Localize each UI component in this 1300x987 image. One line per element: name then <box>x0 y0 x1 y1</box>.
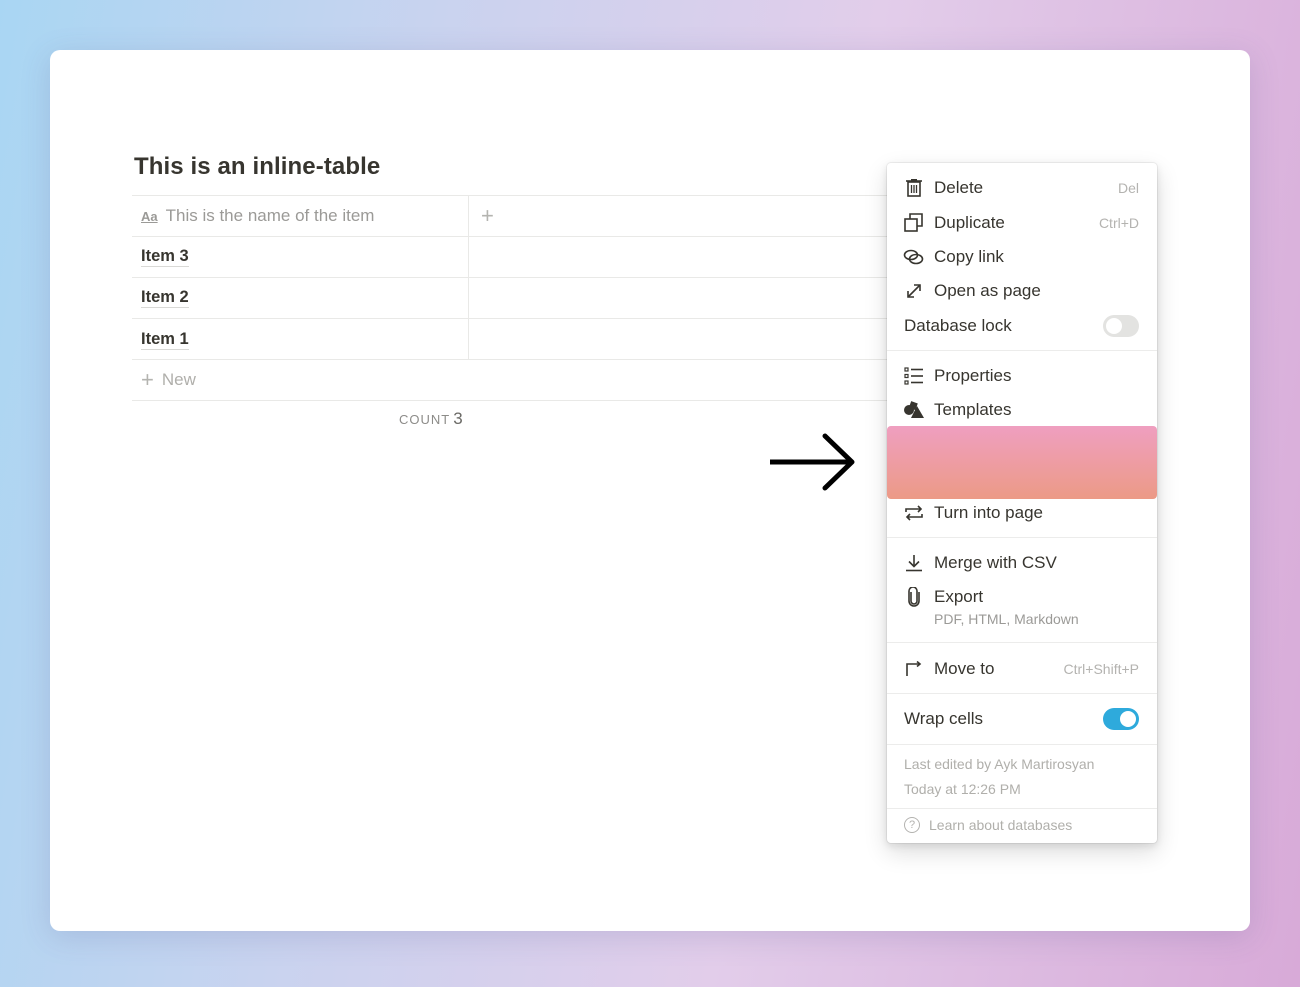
add-column-icon[interactable]: + <box>481 203 494 229</box>
menu-item-delete[interactable]: Delete Del <box>887 171 1157 205</box>
export-formats: PDF, HTML, Markdown <box>934 611 1079 627</box>
shapes-icon <box>903 399 925 421</box>
last-edited-by: Last edited by Ayk Martirosyan <box>904 756 1095 772</box>
download-icon <box>903 552 925 574</box>
move-arrow-icon <box>903 658 925 680</box>
trash-icon <box>903 177 925 199</box>
menu-item-properties[interactable]: Properties <box>887 359 1157 393</box>
divider <box>887 693 1157 694</box>
divider <box>887 537 1157 538</box>
menu-item-wrap-cells[interactable]: Wrap cells <box>887 702 1157 736</box>
new-row[interactable]: + New <box>132 359 892 400</box>
divider <box>887 350 1157 351</box>
shortcut: Del <box>1117 180 1139 196</box>
menu-item-turn-into-page[interactable]: Turn into page <box>887 496 1157 530</box>
table-bottom-border <box>132 400 892 401</box>
inline-table: Aa This is the name of the item + Item 3… <box>132 195 892 401</box>
row-name[interactable]: Item 1 <box>141 330 189 350</box>
divider <box>887 744 1157 745</box>
new-row-button[interactable]: + New <box>132 360 196 400</box>
expand-arrows-icon <box>903 280 925 302</box>
name-column-label: This is the name of the item <box>165 206 375 225</box>
menu-item-copy-link[interactable]: Copy link <box>887 240 1157 274</box>
table-header-row: Aa This is the name of the item + <box>132 195 892 236</box>
database-lock-toggle[interactable] <box>1103 315 1139 337</box>
table-row[interactable]: Item 1 <box>132 318 892 360</box>
text-type-icon: Aa <box>141 208 158 224</box>
paperclip-icon <box>903 586 925 608</box>
duplicate-icon <box>903 212 925 234</box>
menu-item-sort[interactable]: Sort <box>887 462 1157 496</box>
divider <box>887 642 1157 643</box>
menu-item-duplicate[interactable]: Duplicate Ctrl+D <box>887 206 1157 240</box>
menu-item-merge-csv[interactable]: Merge with CSV <box>887 546 1157 580</box>
right-arrow-icon <box>768 430 858 494</box>
shortcut: Ctrl+Shift+P <box>1063 661 1139 677</box>
count-calculation[interactable]: COUNT 3 <box>399 409 463 429</box>
menu-item-open-as-page[interactable]: Open as page <box>887 274 1157 308</box>
wrap-cells-toggle[interactable] <box>1103 708 1139 730</box>
database-options-menu: Delete Del Duplicate Ctrl+D Copy link Op… <box>887 163 1157 843</box>
menu-item-database-lock[interactable]: Database lock <box>887 309 1157 343</box>
menu-item-filter[interactable]: Filter <box>887 428 1157 462</box>
filter-icon <box>903 434 925 456</box>
menu-item-move-to[interactable]: Move to Ctrl+Shift+P <box>887 652 1157 686</box>
divider <box>887 808 1157 809</box>
sort-icon <box>903 468 925 490</box>
menu-item-templates[interactable]: Templates <box>887 393 1157 427</box>
row-name[interactable]: Item 2 <box>141 288 189 308</box>
menu-item-export[interactable]: Export <box>887 580 1157 614</box>
plus-icon: + <box>141 367 154 392</box>
row-cell[interactable] <box>469 278 892 318</box>
last-edited-time: Today at 12:26 PM <box>904 781 1021 797</box>
count-label: COUNT <box>399 412 451 427</box>
loop-arrows-icon <box>903 502 925 524</box>
count-value: 3 <box>453 409 463 428</box>
list-icon <box>903 365 925 387</box>
row-cell[interactable] <box>469 237 892 277</box>
table-row[interactable]: Item 2 <box>132 277 892 318</box>
row-name[interactable]: Item 3 <box>141 247 189 267</box>
database-title[interactable]: This is an inline-table <box>134 153 380 181</box>
learn-about-databases-link[interactable]: ? Learn about databases <box>887 817 1072 833</box>
new-label: New <box>161 370 196 389</box>
name-column-header[interactable]: Aa This is the name of the item <box>132 196 469 236</box>
link-icon <box>903 246 925 268</box>
table-row[interactable]: Item 3 <box>132 236 892 277</box>
shortcut: Ctrl+D <box>1098 215 1139 231</box>
row-cell[interactable] <box>469 319 892 359</box>
help-icon: ? <box>904 817 920 833</box>
